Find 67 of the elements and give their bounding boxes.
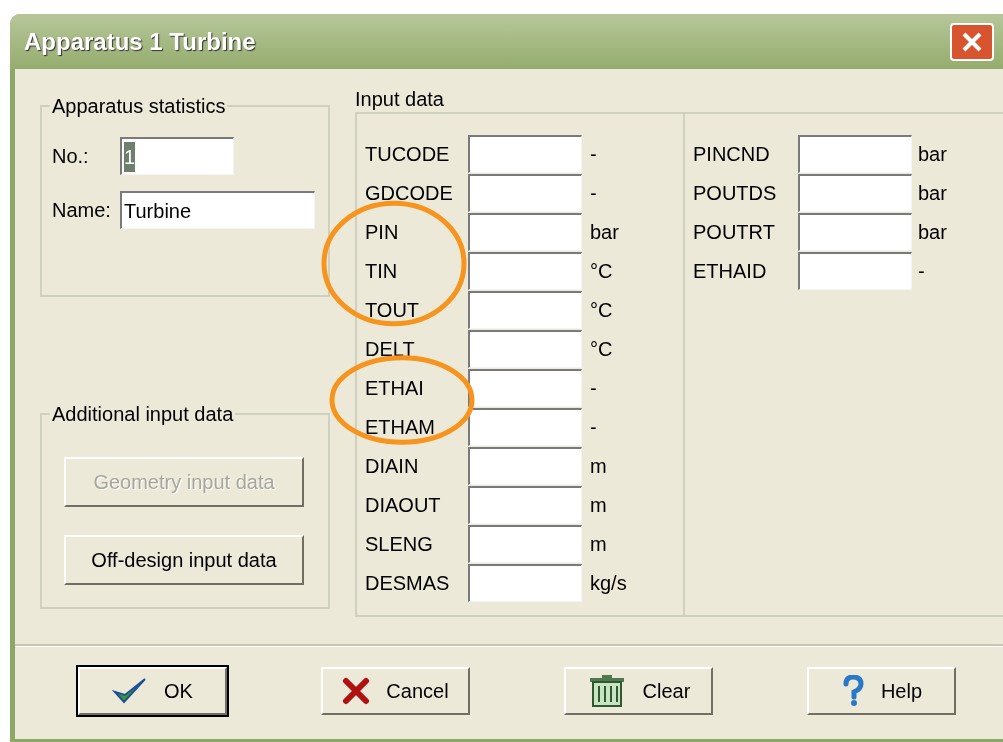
text-field[interactable] [798,134,912,173]
text-field[interactable] [468,251,582,290]
parameter-label: TUCODE [365,141,451,167]
text-field[interactable] [468,173,582,212]
text-field[interactable] [468,134,582,173]
text-field[interactable] [798,251,912,290]
unit-label: - [590,414,597,440]
close-icon [961,30,983,53]
field-label: No.: [52,144,90,169]
unit-label: m [590,453,607,479]
parameter-label: ETHAI [365,375,425,401]
window-title: Apparatus 1 Turbine [24,26,256,57]
dialog-button[interactable]: Off-design input data [64,535,304,585]
field-value: 1 [124,141,136,172]
text-field[interactable] [468,407,582,446]
text-field[interactable] [468,290,582,329]
unit-label: bar [918,180,947,206]
unit-label: m [590,531,607,557]
parameter-label: ETHAID [693,258,768,284]
text-field[interactable] [468,563,582,602]
close-button[interactable] [950,22,994,61]
unit-label: bar [918,219,947,245]
unit-label: - [590,375,597,401]
unit-label: °C [590,336,613,362]
text-field[interactable] [468,524,582,563]
text-field[interactable] [468,485,582,524]
text-field[interactable] [468,368,582,407]
parameter-label: TOUT [365,297,421,323]
text-field[interactable]: Turbine [120,191,315,229]
unit-label: - [590,141,597,167]
unit-label: bar [918,141,947,167]
parameter-label: DIAIN [365,453,420,479]
text-field[interactable] [468,446,582,485]
parameter-label: DIAOUT [365,492,442,518]
parameter-label: POUTRT [693,219,776,245]
parameter-label: DELT [365,336,416,362]
unit-label: - [918,258,925,284]
unit-label: bar [590,219,619,245]
parameter-label: ETHAM [365,414,436,440]
unit-label: °C [590,297,613,323]
parameter-label: SLENG [365,531,434,557]
clear-button[interactable]: Clear [564,667,713,715]
group-title: Additional input data [51,402,235,427]
parameter-label: GDCODE [365,180,454,206]
text-field[interactable] [468,212,582,251]
parameter-label: TIN [365,258,399,284]
text-field[interactable] [798,212,912,251]
group-title: Apparatus statistics [51,94,227,119]
cross-icon [342,677,371,705]
help-button[interactable]: Help [807,667,956,715]
text-field[interactable]: 1 [120,137,234,175]
unit-label: kg/s [590,570,627,596]
text-field[interactable] [798,173,912,212]
cancel-button[interactable]: Cancel [321,667,470,715]
field-value: Turbine [124,198,192,224]
unit-label: m [590,492,607,518]
text-field[interactable] [468,329,582,368]
group-title: Input data [355,87,445,112]
unit-label: °C [590,258,613,284]
field-label: Name: [52,198,112,223]
parameter-label: PIN [365,219,400,245]
parameter-label: PINCND [693,141,771,167]
checkmark-icon [112,676,149,706]
parameter-label: DESMAS [365,570,451,596]
parameter-label: POUTDS [693,180,778,206]
ok-button[interactable]: OK [78,667,227,715]
unit-label: - [590,180,597,206]
